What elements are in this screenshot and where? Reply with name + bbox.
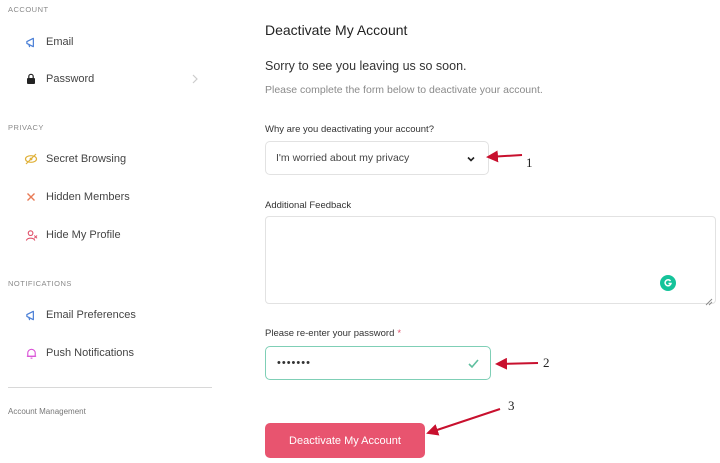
annotation-arrow-1 bbox=[486, 150, 523, 163]
annotation-label-2: 2 bbox=[543, 355, 550, 370]
sidebar-item-label: Email bbox=[46, 36, 74, 48]
sidebar-divider bbox=[8, 387, 212, 388]
annotation-label-3: 3 bbox=[508, 398, 515, 413]
feedback-textarea[interactable] bbox=[265, 216, 716, 304]
page-subtitle: Sorry to see you leaving us so soon. bbox=[265, 59, 467, 73]
sidebar-item-label: Secret Browsing bbox=[46, 153, 127, 165]
megaphone-icon bbox=[24, 308, 38, 322]
page-title: Deactivate My Account bbox=[265, 22, 408, 38]
feedback-label: Additional Feedback bbox=[265, 200, 352, 211]
section-title-notifications: NOTIFICATIONS bbox=[8, 279, 72, 288]
sidebar-item-label: Hidden Members bbox=[46, 191, 130, 203]
deactivate-account-button[interactable]: Deactivate My Account bbox=[265, 423, 425, 458]
annotation-arrow-3 bbox=[426, 408, 501, 436]
required-marker: * bbox=[397, 328, 402, 339]
grammarly-icon[interactable] bbox=[660, 275, 676, 291]
password-input-value: ••••••• bbox=[277, 357, 311, 369]
sidebar-item-account-management[interactable]: Account Management bbox=[8, 407, 86, 416]
page-description: Please complete the form below to deacti… bbox=[265, 84, 543, 96]
sidebar-item-label: Hide My Profile bbox=[46, 229, 121, 241]
annotation-arrow-2 bbox=[495, 357, 539, 370]
sidebar-item-hide-my-profile[interactable]: Hide My Profile bbox=[0, 220, 210, 250]
sidebar-item-email[interactable]: Email bbox=[0, 27, 210, 57]
sidebar-item-label: Push Notifications bbox=[46, 347, 135, 359]
section-title-account: ACCOUNT bbox=[8, 5, 49, 14]
user-icon bbox=[24, 228, 38, 242]
x-icon bbox=[24, 190, 38, 204]
password-label: Please re-enter your password * bbox=[265, 328, 401, 339]
reason-select[interactable]: I'm worried about my privacy bbox=[265, 141, 489, 175]
megaphone-icon bbox=[24, 35, 38, 49]
chevron-down-icon bbox=[466, 154, 476, 164]
password-input[interactable]: ••••••• bbox=[265, 346, 491, 380]
chevron-right-icon bbox=[189, 72, 201, 84]
sidebar-item-hidden-members[interactable]: Hidden Members bbox=[0, 182, 210, 212]
reason-select-value: I'm worried about my privacy bbox=[276, 152, 410, 164]
sidebar-item-password[interactable]: Password bbox=[0, 64, 210, 94]
eye-slash-icon bbox=[24, 152, 38, 166]
sidebar-item-label: Email Preferences bbox=[46, 309, 136, 321]
bell-icon bbox=[24, 346, 38, 360]
annotation-label-1: 1 bbox=[526, 155, 533, 170]
sidebar-item-secret-browsing[interactable]: Secret Browsing bbox=[0, 144, 210, 174]
sidebar-item-push-notifications[interactable]: Push Notifications bbox=[0, 338, 210, 368]
section-title-privacy: PRIVACY bbox=[8, 123, 44, 132]
sidebar-item-label: Password bbox=[46, 73, 95, 85]
check-icon bbox=[467, 357, 480, 370]
password-label-text: Please re-enter your password bbox=[265, 328, 395, 339]
resize-handle-icon[interactable] bbox=[705, 293, 713, 306]
reason-label: Why are you deactivating your account? bbox=[265, 124, 434, 135]
sidebar-item-email-preferences[interactable]: Email Preferences bbox=[0, 300, 210, 330]
settings-sidebar: ACCOUNT Email Password PRIVACY Secret Br… bbox=[0, 0, 215, 463]
lock-icon bbox=[24, 72, 38, 86]
